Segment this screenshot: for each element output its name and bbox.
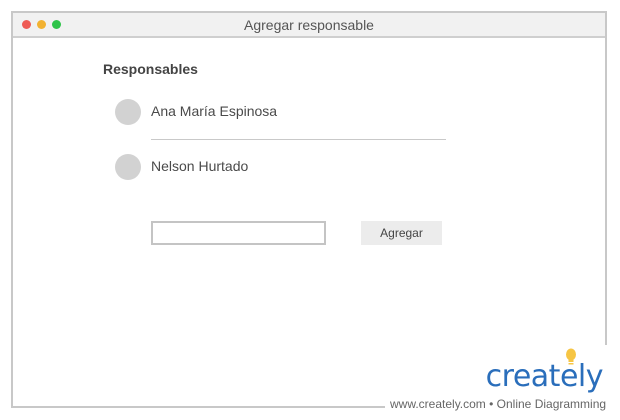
avatar	[115, 154, 141, 180]
divider	[151, 139, 446, 140]
watermark-tagline: www.creately.com • Online Diagramming	[390, 397, 607, 411]
brand-logo: creately	[485, 359, 604, 394]
avatar	[115, 99, 141, 125]
watermark: creately www.creately.com • Online Diagr…	[385, 345, 615, 415]
section-title: Responsables	[103, 61, 198, 77]
responsable-input[interactable]	[151, 221, 326, 245]
responsable-name: Nelson Hurtado	[151, 158, 249, 174]
add-button[interactable]: Agregar	[361, 221, 442, 245]
window-title: Agregar responsable	[244, 17, 374, 33]
title-bar: Agregar responsable	[13, 13, 605, 38]
responsable-name: Ana María Espinosa	[151, 103, 278, 119]
